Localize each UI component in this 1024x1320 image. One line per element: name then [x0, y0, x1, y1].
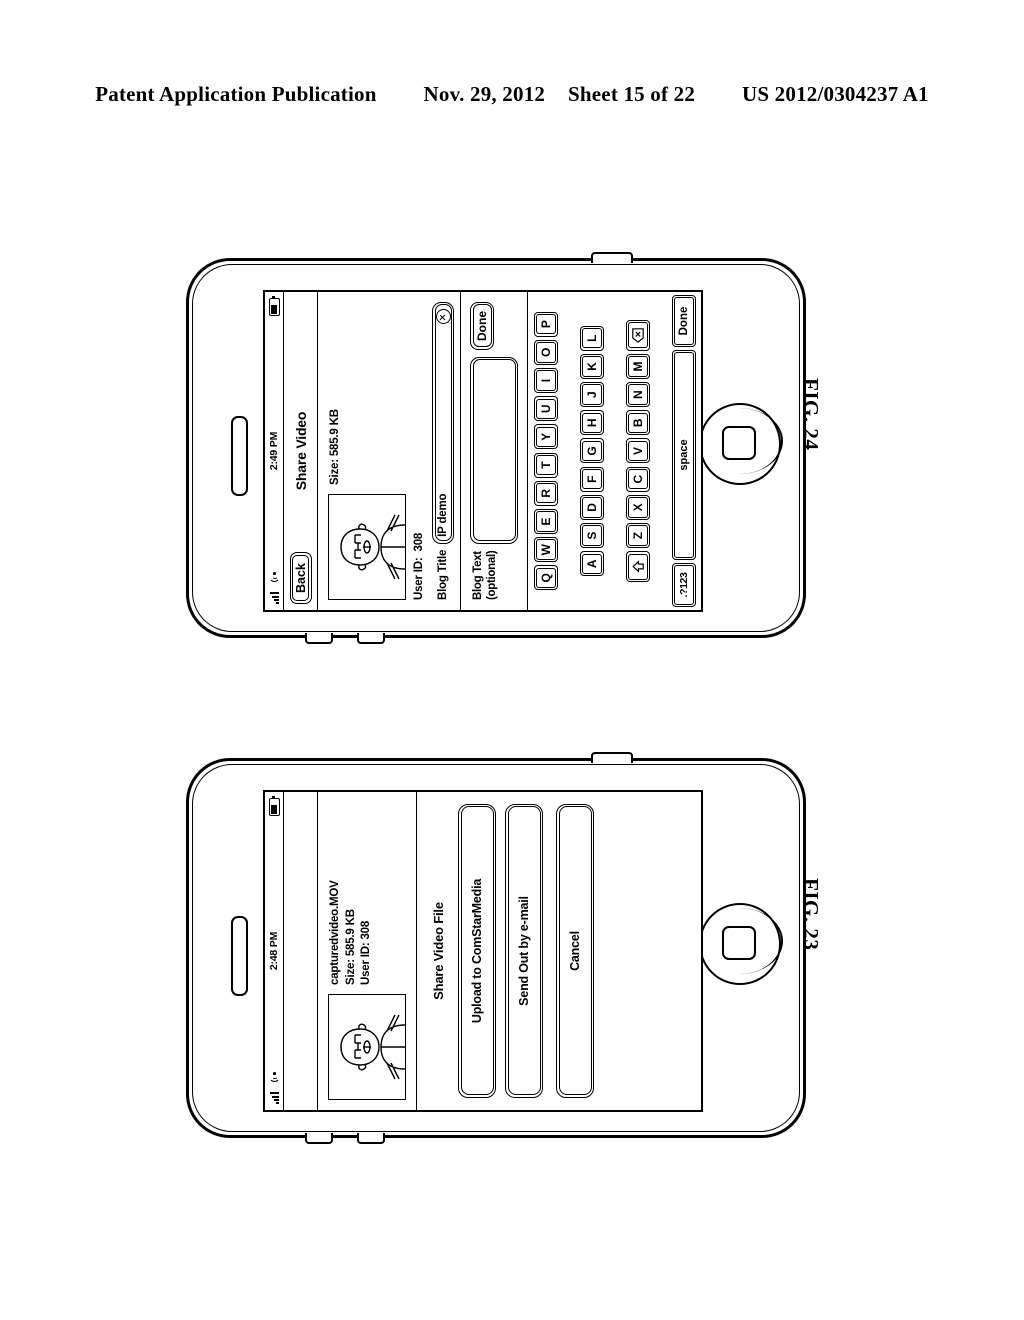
blog-text-label: Blog Text (optional): [470, 551, 500, 600]
key-r[interactable]: R: [534, 480, 558, 506]
battery-icon: [268, 798, 280, 816]
video-metadata: capturedvideo.MOV Size: 585.9 KB User ID…: [328, 880, 375, 985]
key-j[interactable]: J: [580, 382, 604, 408]
key-m[interactable]: M: [626, 353, 650, 379]
blog-text-section: Blog Text (optional) Done: [461, 292, 528, 610]
figure-24: FIG. 24 2:49 PM Back Share Video Size: 5…: [178, 248, 838, 648]
header-patent-number: US 2012/0304237 A1: [741, 82, 929, 106]
video-user-id-label: User ID: 308: [360, 920, 373, 985]
user-id-row: User ID: 308: [413, 302, 425, 600]
key-q[interactable]: Q: [534, 565, 558, 591]
key-b[interactable]: B: [626, 410, 650, 436]
blog-title-input[interactable]: IP demo: [432, 302, 454, 544]
key-o[interactable]: O: [534, 339, 558, 365]
home-button[interactable]: [699, 903, 783, 985]
phone-device-fig24: 2:49 PM Back Share Video Size: 585.9 KB …: [186, 252, 806, 644]
keyboard-row-3: ZXCVBNM: [626, 295, 650, 607]
power-button[interactable]: [591, 752, 633, 763]
key-k[interactable]: K: [580, 353, 604, 379]
key-t[interactable]: T: [534, 452, 558, 478]
phone-device-fig23: 2:48 PM capturedvideo.MOV Size: 585.9 KB…: [186, 752, 806, 1144]
key-p[interactable]: P: [534, 311, 558, 337]
status-bar: 2:48 PM: [265, 792, 284, 1110]
blog-title-input-value: IP demo: [437, 493, 449, 537]
person-video-thumbnail[interactable]: [328, 994, 406, 1100]
clear-circle-x-icon[interactable]: [435, 309, 451, 324]
blog-text-textarea[interactable]: [470, 357, 518, 544]
back-button[interactable]: Back: [289, 552, 312, 604]
earpiece-speaker: [231, 416, 248, 496]
keyboard-row-4: .?123 space Done: [672, 295, 696, 607]
video-info-section: Size: 585.9 KB User ID: 308 Blog Title I…: [318, 292, 461, 610]
onscreen-keyboard: QWERTYUIOP ASDFGHJKL ZXCVBNM .?123 space…: [528, 292, 701, 610]
keyboard-return-done-key[interactable]: Done: [672, 295, 696, 347]
header-date: Nov. 29, 2012: [423, 82, 546, 106]
home-button-square-icon: [722, 926, 756, 960]
navigation-bar: [284, 792, 318, 1110]
key-c[interactable]: C: [626, 466, 650, 492]
key-h[interactable]: H: [580, 410, 604, 436]
key-n[interactable]: N: [626, 382, 650, 408]
home-button[interactable]: [699, 403, 783, 485]
key-u[interactable]: U: [534, 396, 558, 422]
key-d[interactable]: D: [580, 494, 604, 520]
navigation-bar: Back Share Video: [284, 292, 318, 610]
video-size-label: Size: 585.9 KB: [329, 409, 341, 485]
person-video-thumbnail[interactable]: [328, 494, 406, 600]
key-z[interactable]: Z: [626, 523, 650, 549]
action-sheet-button[interactable]: Cancel: [556, 804, 594, 1098]
action-sheet-buttons: Upload to ComStarMedia Send Out by e-mail…: [458, 792, 701, 1110]
keyboard-row-1: QWERTYUIOP: [534, 295, 558, 607]
key-s[interactable]: S: [580, 523, 604, 549]
key-a[interactable]: A: [580, 551, 604, 577]
volume-button-up[interactable]: [305, 1133, 333, 1144]
backspace-icon[interactable]: [626, 319, 650, 351]
key-w[interactable]: W: [534, 537, 558, 563]
keyboard-row-2: ASDFGHJKL: [580, 295, 604, 607]
video-info-section: capturedvideo.MOV Size: 585.9 KB User ID…: [318, 792, 417, 1110]
blog-text-label-line2: (optional): [485, 550, 498, 600]
status-bar: 2:49 PM: [265, 292, 284, 610]
action-sheet-button[interactable]: Upload to ComStarMedia: [458, 804, 496, 1098]
space-key[interactable]: space: [672, 350, 696, 560]
battery-icon: [268, 298, 280, 316]
key-g[interactable]: G: [580, 438, 604, 464]
header-sheet: Sheet 15 of 22: [568, 82, 696, 106]
header-publication: Patent Application Publication: [95, 82, 377, 106]
key-l[interactable]: L: [580, 325, 604, 351]
power-button[interactable]: [591, 252, 633, 263]
key-f[interactable]: F: [580, 466, 604, 492]
figure-23: FIG. 23 2:48 PM capturedvideo.MOV Size: …: [178, 748, 838, 1148]
blog-title-label: Blog Title: [437, 549, 449, 600]
user-id-value: 308: [413, 532, 425, 552]
volume-button-down[interactable]: [357, 633, 385, 644]
key-i[interactable]: I: [534, 368, 558, 394]
status-bar-clock: 2:49 PM: [268, 431, 280, 471]
video-metadata: Size: 585.9 KB: [328, 409, 344, 485]
shift-arrow-icon[interactable]: [626, 551, 650, 583]
key-e[interactable]: E: [534, 508, 558, 534]
numeric-mode-key[interactable]: .?123: [672, 563, 696, 607]
action-sheet-container: Share Video File Upload to ComStarMedia S…: [417, 792, 701, 1110]
page-header: Patent Application Publication Nov. 29, …: [0, 82, 1024, 107]
user-id-label: User ID:: [413, 557, 425, 601]
video-size-label: Size: 585.9 KB: [344, 909, 357, 985]
phone-screen-fig24: 2:49 PM Back Share Video Size: 585.9 KB …: [263, 290, 703, 612]
action-sheet-button[interactable]: Send Out by e-mail: [505, 804, 543, 1098]
key-y[interactable]: Y: [534, 424, 558, 450]
video-filename: capturedvideo.MOV: [329, 880, 341, 985]
key-v[interactable]: V: [626, 438, 650, 464]
action-sheet-title: Share Video File: [431, 902, 446, 1000]
earpiece-speaker: [231, 916, 248, 996]
blog-title-row: Blog Title IP demo: [432, 302, 454, 600]
keyboard-toolbar-done-button[interactable]: Done: [470, 302, 494, 350]
phone-screen-fig23: 2:48 PM capturedvideo.MOV Size: 585.9 KB…: [263, 790, 703, 1112]
key-x[interactable]: X: [626, 494, 650, 520]
status-bar-clock: 2:48 PM: [268, 931, 280, 971]
home-button-square-icon: [722, 426, 756, 460]
volume-button-up[interactable]: [305, 633, 333, 644]
volume-button-down[interactable]: [357, 1133, 385, 1144]
blog-text-label-line1: Blog Text: [472, 551, 484, 600]
